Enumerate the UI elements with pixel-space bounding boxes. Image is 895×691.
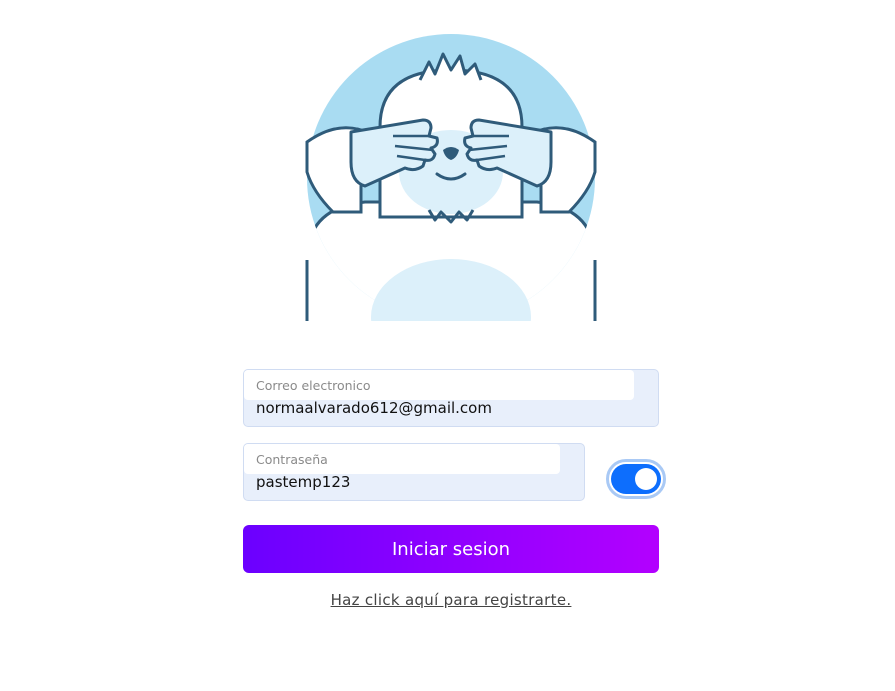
toggle-knob bbox=[635, 468, 657, 490]
login-page: Correo electronico normaalvarado612@gmai… bbox=[0, 0, 895, 691]
login-button[interactable]: Iniciar sesion bbox=[243, 525, 659, 573]
email-field[interactable]: Correo electronico normaalvarado612@gmai… bbox=[243, 369, 659, 427]
toggle-track bbox=[611, 464, 661, 494]
email-value[interactable]: normaalvarado612@gmail.com bbox=[256, 398, 492, 418]
register-link[interactable]: Haz click aquí para registrarte. bbox=[243, 591, 659, 609]
email-label: Correo electronico bbox=[256, 378, 371, 393]
password-label: Contraseña bbox=[256, 452, 328, 467]
show-password-toggle[interactable] bbox=[606, 459, 666, 499]
password-field[interactable]: Contraseña pastemp123 bbox=[243, 443, 585, 501]
password-value[interactable]: pastemp123 bbox=[256, 472, 350, 492]
yeti-mascot-icon bbox=[305, 34, 597, 322]
